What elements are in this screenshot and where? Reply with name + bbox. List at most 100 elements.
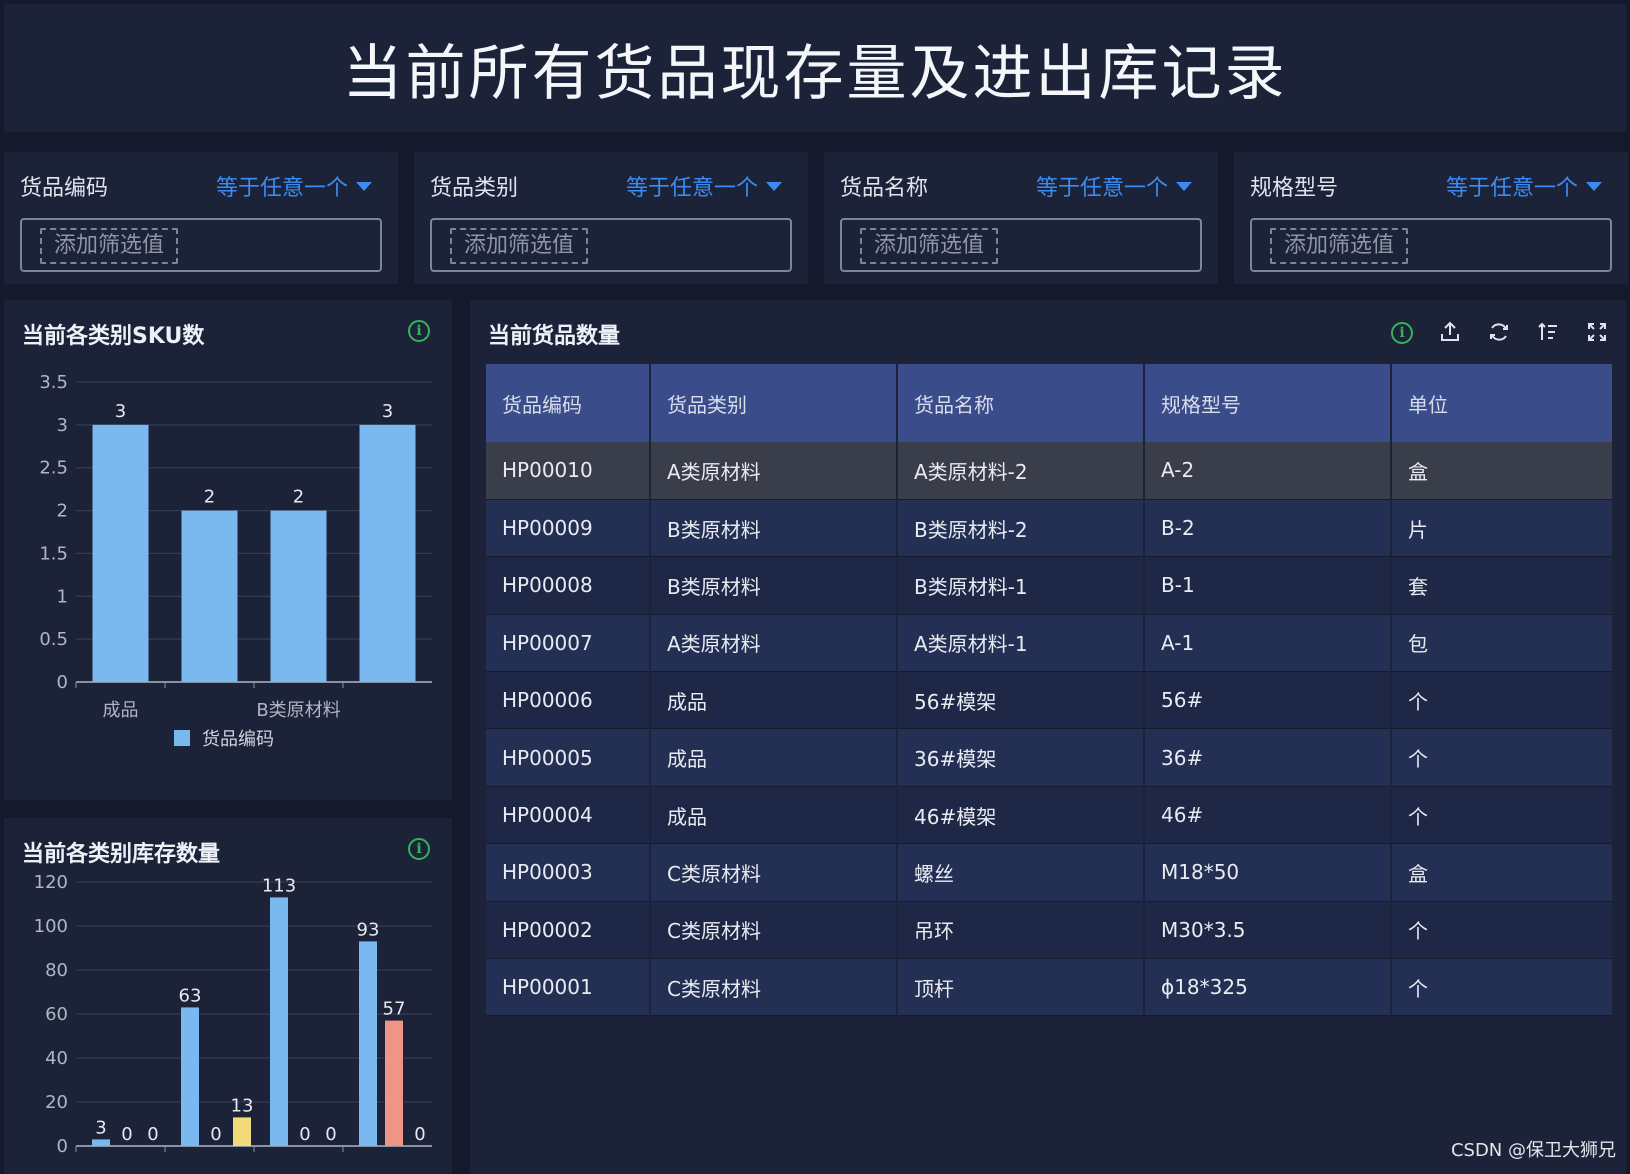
table-row[interactable]: HP00006 成品 56#模架 56# 个: [486, 671, 1614, 730]
fullscreen-icon[interactable]: [1583, 320, 1611, 348]
filter-operator-dropdown[interactable]: 等于任意一个: [216, 170, 372, 202]
page-header: 当前所有货品现存量及进出库记录: [4, 4, 1626, 132]
y-tick-label: 2.5: [39, 458, 68, 479]
table-cell: HP00002: [486, 901, 651, 960]
table-cell: B类原材料-1: [897, 556, 1145, 615]
filter-label: 货品编码: [20, 176, 109, 201]
table-cell: 成品: [650, 786, 898, 845]
y-tick-label: 0: [57, 672, 68, 693]
add-filter-value-button[interactable]: 添加筛选值: [450, 228, 589, 264]
filter-value-input[interactable]: 添加筛选值: [430, 218, 792, 272]
sort-icon[interactable]: [1534, 320, 1562, 348]
table-cell: A类原材料-1: [897, 614, 1145, 673]
stock-bar-chart: 0204060801001203 0 0630131130 093570: [34, 872, 432, 1157]
sku-chart-panel: 当前各类别SKU数 i 0 0.5 1 1.5 2 2.5 3 3.5 3 2 2 3 成品 B类原材料货…: [4, 300, 452, 800]
y-tick-label: 60: [45, 1004, 68, 1025]
table-cell: 成品: [650, 671, 898, 730]
add-filter-value-button[interactable]: 添加筛选值: [40, 228, 179, 264]
table-cell: A类原材料-2: [897, 442, 1145, 500]
bar: [181, 1007, 199, 1146]
table-row[interactable]: HP00007 A类原材料 A类原材料-1 A-1 包: [486, 614, 1614, 673]
filter-value-input[interactable]: 添加筛选值: [20, 218, 382, 272]
data-label: 0: [121, 1124, 132, 1145]
table-row[interactable]: HP00003 C类原材料 螺丝 M18*50 盒: [486, 843, 1614, 902]
table-cell: 顶杆: [897, 958, 1145, 1017]
filter-value-input[interactable]: 添加筛选值: [840, 218, 1202, 272]
filter-operator-dropdown[interactable]: 等于任意一个: [1036, 170, 1192, 202]
legend-swatch: [174, 730, 190, 746]
table-cell: HP00006: [486, 671, 651, 730]
data-label: 0: [147, 1124, 158, 1145]
column-header[interactable]: 货品编码: [486, 364, 651, 442]
table-cell: A-1: [1144, 614, 1392, 673]
data-label: 93: [357, 919, 380, 940]
data-label: 13: [231, 1095, 254, 1116]
table-cell: HP00005: [486, 728, 651, 787]
table-cell: M30*3.5: [1144, 901, 1392, 960]
table-cell: HP00003: [486, 843, 651, 902]
data-label: 3: [95, 1117, 106, 1138]
table-row[interactable]: HP00002 C类原材料 吊环 M30*3.5 个: [486, 901, 1614, 960]
stock-chart-panel: 当前各类别库存数量 i 0 20 40 60 80 100 120 3 0 0 63 0 13 113 0 0…: [4, 818, 452, 1174]
table-cell: A类原材料: [650, 442, 898, 500]
y-tick-label: 3: [57, 415, 68, 436]
caret-down-icon: [766, 181, 782, 191]
filter-label: 货品名称: [840, 176, 929, 201]
table-row[interactable]: HP00001 C类原材料 顶杆 ϕ18*325 个: [486, 958, 1614, 1017]
goods-table: 货品编码 货品类别 货品名称 规格型号 单位 HP00010 A类原材料 A类原材料…: [486, 364, 1614, 1017]
table-row[interactable]: HP00009 B类原材料 B类原材料-2 B-2 片: [486, 499, 1614, 558]
filter-operator-dropdown[interactable]: 等于任意一个: [1446, 170, 1602, 202]
y-tick-label: 0: [57, 1136, 68, 1157]
info-icon[interactable]: i: [1391, 322, 1413, 344]
table-cell: C类原材料: [650, 958, 898, 1017]
table-cell: 片: [1391, 499, 1614, 558]
table-cell: B-1: [1144, 556, 1392, 615]
x-tick-label: B类原材料: [256, 700, 340, 721]
y-tick-label: 1.5: [39, 543, 68, 564]
table-cell: 包: [1391, 614, 1614, 673]
filter-operator-label: 等于任意一个: [215, 176, 348, 201]
table-cell: HP00001: [486, 958, 651, 1017]
table-cell: 个: [1391, 671, 1614, 730]
y-tick-label: 3.5: [39, 372, 68, 393]
table-row[interactable]: HP00004 成品 46#模架 46# 个: [486, 786, 1614, 845]
data-label: 63: [179, 985, 202, 1006]
filter-operator-dropdown[interactable]: 等于任意一个: [626, 170, 782, 202]
y-tick-label: 100: [34, 916, 68, 937]
data-label: 3: [382, 401, 393, 422]
caret-down-icon: [1586, 181, 1602, 191]
data-label: 0: [414, 1124, 425, 1145]
y-tick-label: 1: [57, 586, 68, 607]
filter-card-code: 货品编码 等于任意一个 添加筛选值: [4, 152, 398, 284]
column-header[interactable]: 货品类别: [650, 364, 898, 442]
table-row[interactable]: HP00008 B类原材料 B类原材料-1 B-1 套: [486, 556, 1614, 615]
column-header[interactable]: 货品名称: [897, 364, 1145, 442]
data-label: 2: [204, 487, 215, 508]
data-label: 57: [383, 999, 406, 1020]
table-cell: 36#: [1144, 728, 1392, 787]
caret-down-icon: [1176, 181, 1192, 191]
table-cell: 成品: [650, 728, 898, 787]
add-filter-value-button[interactable]: 添加筛选值: [860, 228, 999, 264]
sku-bar-chart: 0 0.5 1 1.5 2 2.5 3 3.5 3 2 2 3 成品 B类原材料货品编码: [39, 372, 432, 750]
export-icon[interactable]: [1436, 320, 1464, 348]
bar: [92, 424, 149, 682]
table-cell: ϕ18*325: [1144, 958, 1392, 1017]
table-cell: 螺丝: [897, 843, 1145, 902]
filter-label: 货品类别: [430, 176, 519, 201]
bar: [385, 1020, 403, 1146]
caret-down-icon: [356, 181, 372, 191]
column-header[interactable]: 规格型号: [1144, 364, 1392, 442]
table-cell: 个: [1391, 958, 1614, 1017]
table-row[interactable]: HP00010 A类原材料 A类原材料-2 A-2 盒: [486, 442, 1614, 500]
filter-value-input[interactable]: 添加筛选值: [1250, 218, 1612, 272]
table-cell: HP00004: [486, 786, 651, 845]
filter-operator-label: 等于任意一个: [1445, 176, 1578, 201]
table-cell: 吊环: [897, 901, 1145, 960]
table-row[interactable]: HP00005 成品 36#模架 36# 个: [486, 728, 1614, 787]
table-cell: 36#模架: [897, 728, 1145, 787]
add-filter-value-button[interactable]: 添加筛选值: [1270, 228, 1409, 264]
bar: [270, 897, 288, 1146]
column-header[interactable]: 单位: [1391, 364, 1614, 442]
refresh-icon[interactable]: [1485, 320, 1513, 348]
